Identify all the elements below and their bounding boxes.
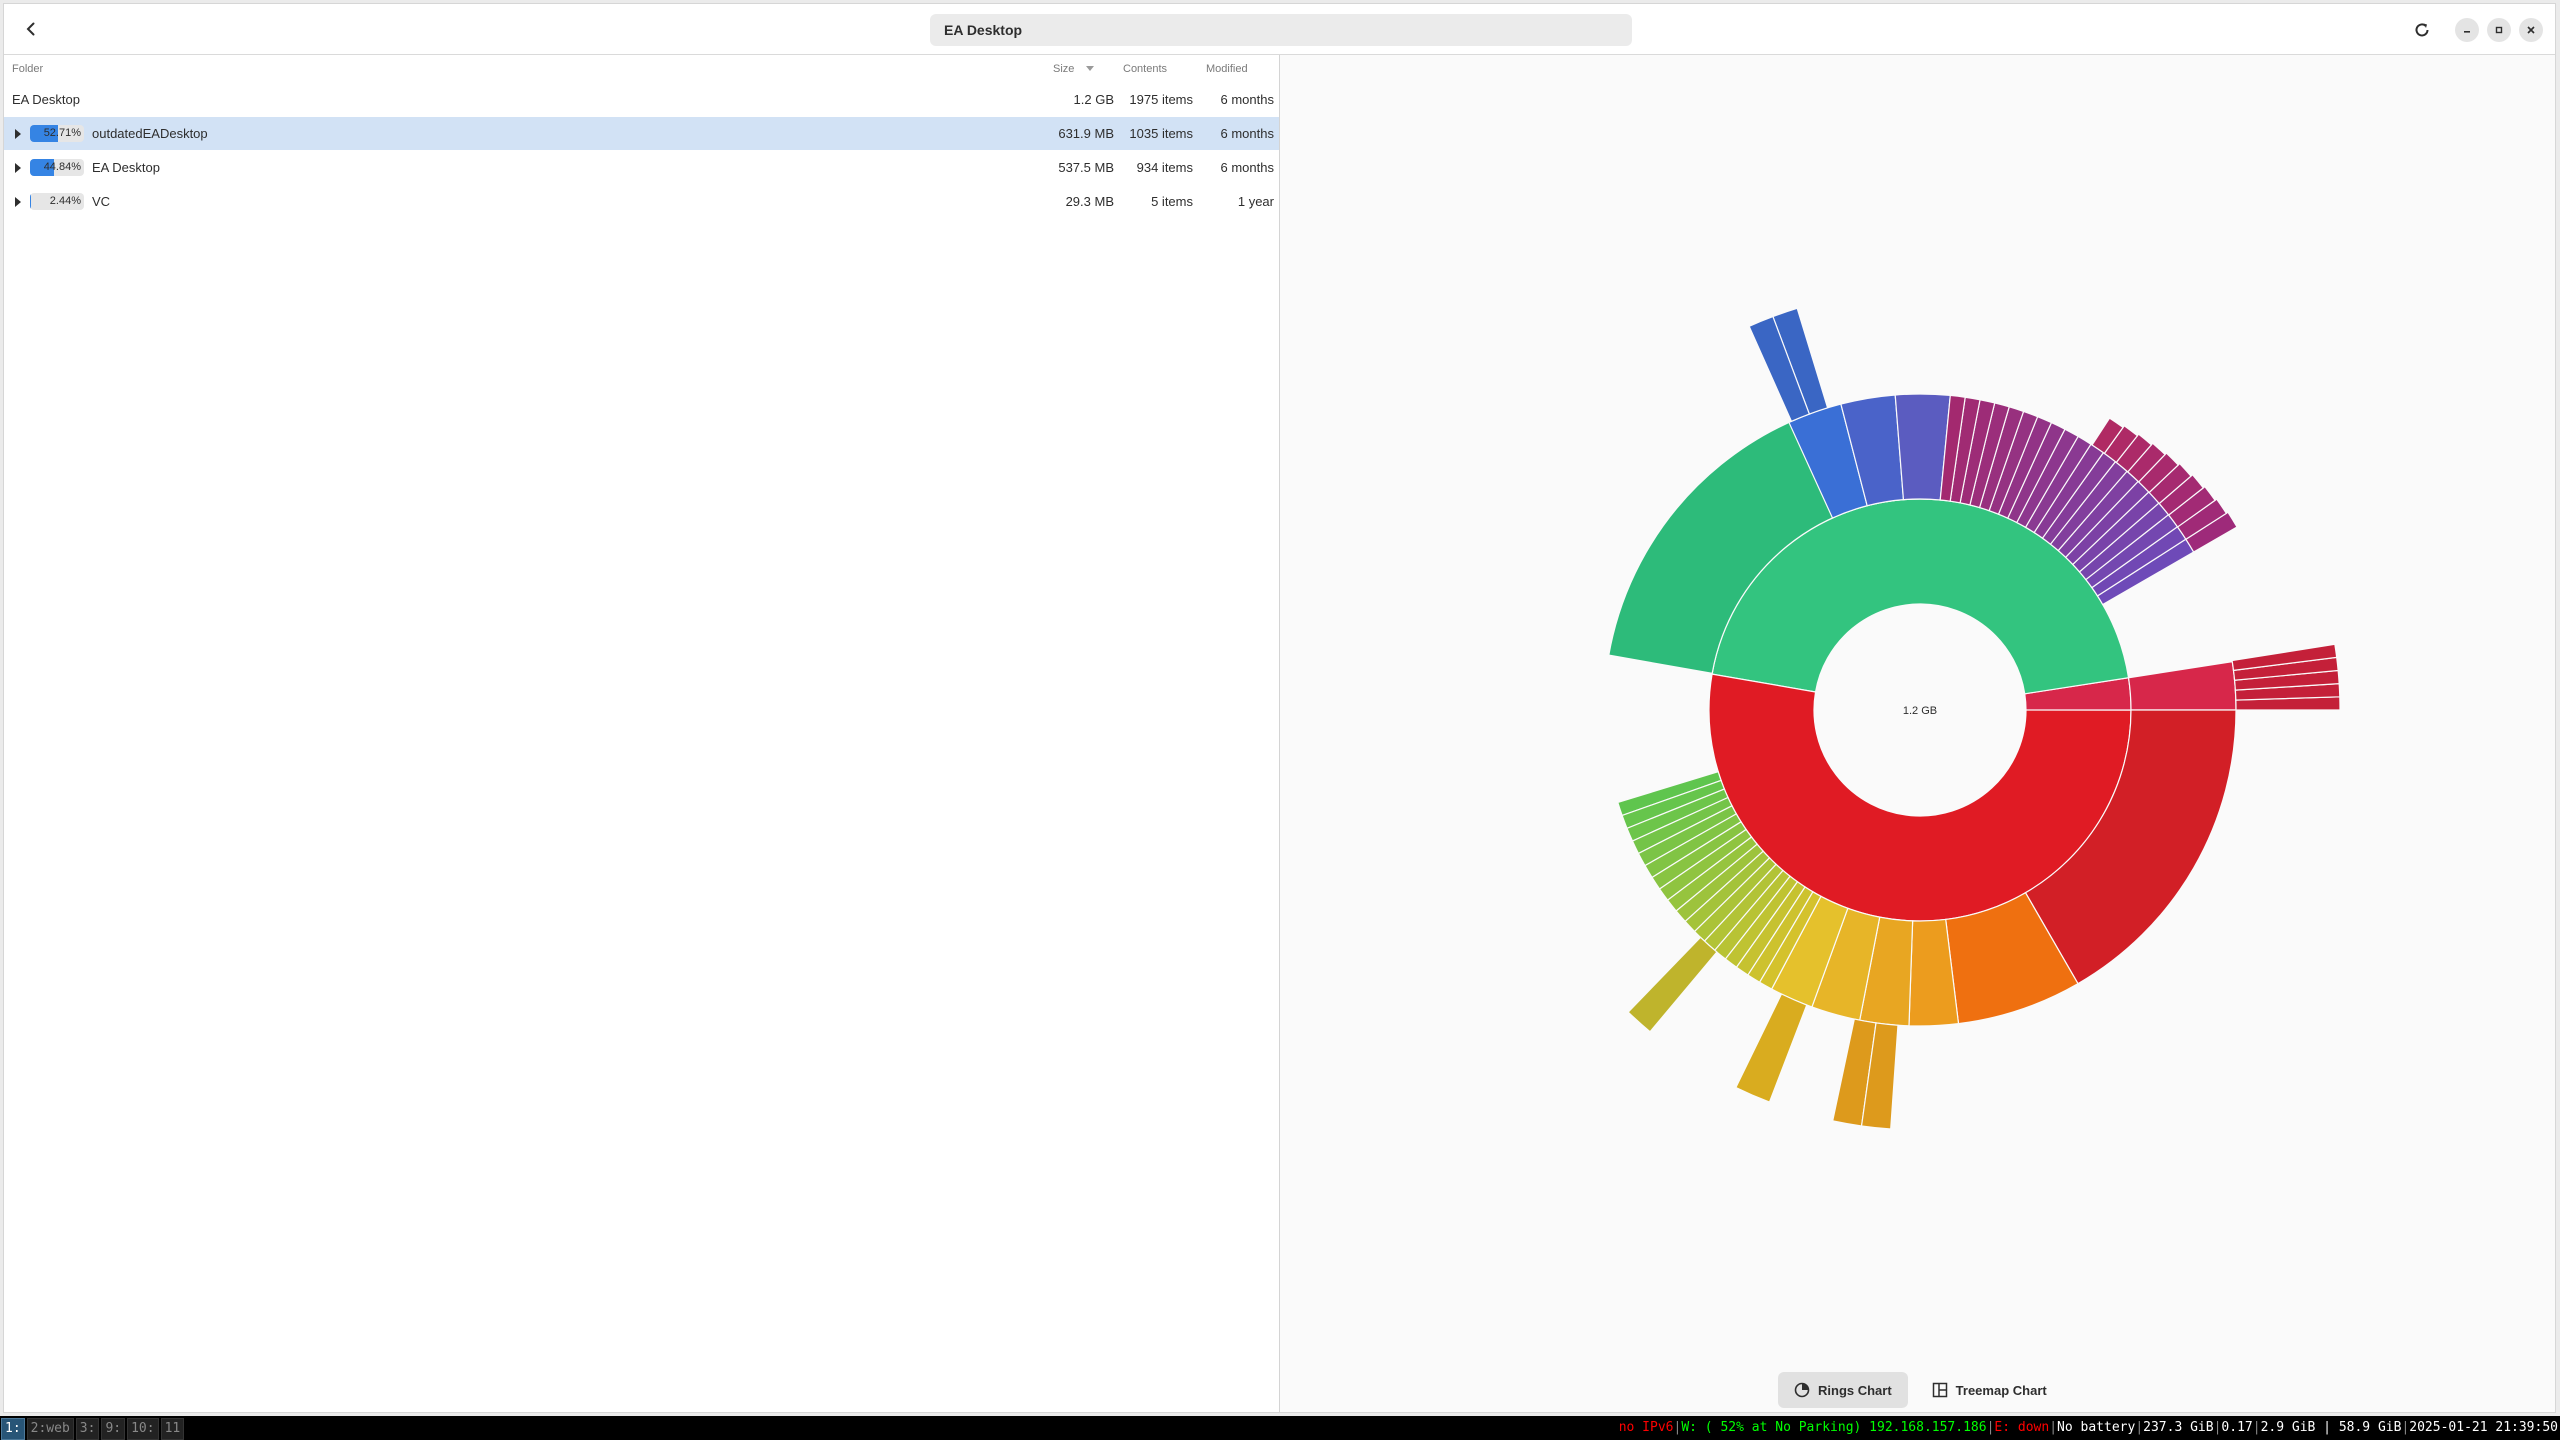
treemap-chart-button[interactable]: Treemap Chart — [1916, 1372, 2063, 1408]
minimize-icon — [2464, 31, 2470, 33]
maximize-icon — [2495, 26, 2503, 34]
column-folder[interactable]: Folder — [12, 63, 43, 75]
datetime-status: 2025-01-21 21:39:50 — [2409, 1420, 2558, 1435]
memory-status: 2.9 GiB | 58.9 GiB — [2260, 1420, 2402, 1435]
folder-modified: 1 year — [1237, 194, 1274, 209]
chart-switcher: Rings Chart Treemap Chart — [1778, 1372, 2063, 1408]
column-size[interactable]: Size — [1053, 63, 1074, 75]
status-blocks: no IPv6 | W: ( 52% at No Parking) 192.168.… — [1619, 1416, 2558, 1440]
workspace-button[interactable]: 2:web — [26, 1418, 74, 1440]
folder-name: outdatedEADesktop — [92, 126, 208, 141]
rings-chart-label: Rings Chart — [1818, 1382, 1892, 1398]
folder-name: VC — [92, 194, 111, 209]
rings-chart-button[interactable]: Rings Chart — [1778, 1372, 1908, 1408]
treemap-chart-label: Treemap Chart — [1955, 1382, 2047, 1398]
workspace-button[interactable]: 11 — [160, 1418, 185, 1440]
ethernet-status: E: down — [1994, 1420, 2050, 1435]
column-modified[interactable]: Modified — [1206, 63, 1248, 75]
treemap-chart-icon — [1932, 1382, 1947, 1398]
expand-arrow-icon[interactable] — [15, 129, 21, 139]
percent-bar: 2.44% — [30, 193, 84, 210]
folder-name: EA Desktop — [12, 92, 80, 107]
ring3-segment[interactable] — [1735, 993, 1808, 1103]
app-window: EA Desktop Folder Size Contents Modified… — [3, 3, 2556, 1413]
folder-modified: 6 months — [1220, 92, 1274, 107]
folder-contents: 1975 items — [1129, 92, 1193, 107]
workspace-button[interactable]: 1: — [1, 1418, 25, 1440]
refresh-button[interactable] — [2407, 15, 2437, 45]
chevron-left-icon — [26, 22, 35, 36]
expand-arrow-icon[interactable] — [15, 163, 21, 173]
maximize-button[interactable] — [2487, 18, 2511, 42]
workspace-button[interactable]: 9: — [101, 1418, 126, 1440]
folder-size: 631.9 MB — [1058, 126, 1114, 141]
column-headers: Folder Size Contents Modified — [4, 55, 1279, 81]
sort-descending-icon — [1086, 66, 1094, 71]
rings-chart-icon — [1794, 1382, 1810, 1398]
percent-label: 44.84% — [43, 161, 81, 173]
disk-status: 237.3 GiB — [2143, 1420, 2214, 1435]
location-bar[interactable]: EA Desktop — [930, 14, 1632, 46]
workspace-button[interactable]: 10: — [127, 1418, 159, 1440]
system-status-bar: 1: 2:web 3: 9: 10: 11 no IPv6 | W: ( 52% at No … — [0, 1416, 2560, 1440]
folder-name: EA Desktop — [92, 160, 160, 175]
percent-label: 2.44% — [49, 195, 81, 207]
expand-arrow-icon[interactable] — [15, 197, 21, 207]
close-button[interactable] — [2519, 18, 2543, 42]
column-contents[interactable]: Contents — [1123, 63, 1167, 75]
back-button[interactable] — [16, 14, 46, 44]
folder-modified: 6 months — [1220, 126, 1274, 141]
workspace-button[interactable]: 3: — [75, 1418, 100, 1440]
percent-bar: 44.84% — [30, 159, 84, 176]
table-row[interactable]: 2.44% VC 29.3 MB 5 items 1 year — [4, 185, 1279, 218]
folder-size: 537.5 MB — [1058, 160, 1114, 175]
percent-bar-fill — [30, 193, 32, 210]
chart-center-label: 1.2 GB — [1903, 705, 1937, 717]
root-row[interactable]: EA Desktop 1.2 GB 1975 items 6 months — [4, 83, 1279, 116]
folder-contents: 1035 items — [1129, 126, 1193, 141]
ring2-segment[interactable] — [2127, 660, 2237, 711]
folder-size: 1.2 GB — [1073, 92, 1114, 107]
ipv6-status: no IPv6 — [1618, 1420, 1674, 1435]
refresh-icon — [2415, 23, 2429, 37]
load-status: 0.17 — [2221, 1420, 2253, 1435]
percent-label: 52.71% — [43, 127, 81, 139]
header-bar: EA Desktop — [4, 4, 2555, 55]
table-row[interactable]: 44.84% EA Desktop 537.5 MB 934 items 6 m… — [4, 151, 1279, 184]
folder-contents: 5 items — [1151, 194, 1193, 209]
chart-pane: 1.2 GB Rings Chart Treemap Chart — [1280, 55, 2555, 1412]
folder-list-pane: Folder Size Contents Modified EA Desktop… — [4, 55, 1280, 1412]
ring3-segment[interactable] — [1627, 936, 1718, 1033]
minimize-button[interactable] — [2455, 18, 2479, 42]
folder-modified: 6 months — [1220, 160, 1274, 175]
battery-status: No battery — [2057, 1420, 2136, 1435]
folder-size: 29.3 MB — [1065, 194, 1114, 209]
folder-contents: 934 items — [1136, 160, 1193, 175]
wifi-status: W: ( 52% at No Parking) 192.168.157.186 — [1681, 1420, 1987, 1435]
percent-bar: 52.71% — [30, 125, 84, 142]
rings-chart[interactable]: 1.2 GB — [1280, 55, 2556, 1415]
close-icon — [2527, 26, 2535, 34]
table-row[interactable]: 52.71% outdatedEADesktop 631.9 MB 1035 i… — [4, 117, 1279, 150]
